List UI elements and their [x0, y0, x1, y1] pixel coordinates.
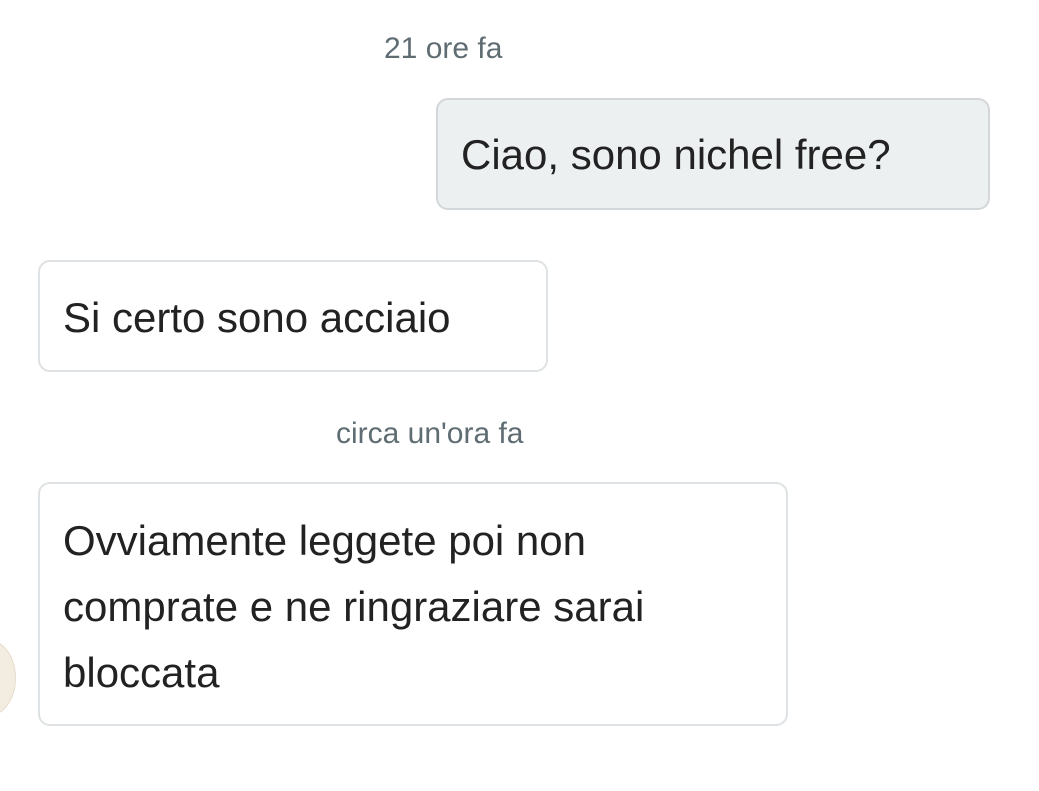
received-message-bubble[interactable]: Si certo sono acciaio: [38, 260, 548, 372]
message-timestamp: 21 ore fa: [384, 32, 503, 65]
message-text: Si certo sono acciaio: [63, 294, 451, 341]
message-text: Ovviamente leggete poi non comprate e ne…: [63, 517, 645, 696]
sent-message-bubble[interactable]: Ciao, sono nichel free?: [436, 98, 990, 210]
message-text: Ciao, sono nichel free?: [461, 131, 891, 178]
sender-avatar[interactable]: [0, 640, 16, 716]
received-message-bubble[interactable]: Ovviamente leggete poi non comprate e ne…: [38, 482, 788, 726]
message-timestamp: circa un'ora fa: [336, 417, 524, 450]
